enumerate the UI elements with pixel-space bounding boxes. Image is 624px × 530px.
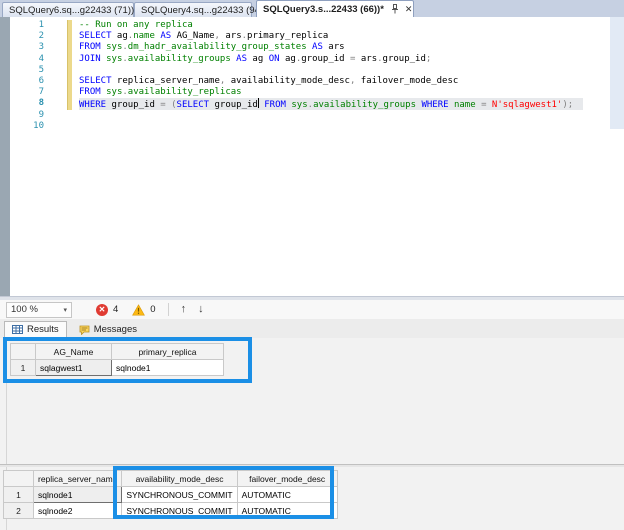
results-grid-1: AG_Nameprimary_replica1sqlagwest1sqlnode… <box>10 343 224 376</box>
code-area[interactable]: 1 -- Run on any replica 2 SELECT ag.name AS… <box>0 20 610 132</box>
line-number[interactable]: 9 <box>0 110 44 121</box>
line-number[interactable]: 4 <box>0 54 44 65</box>
grid-header-row: replica_server_nameavailability_mode_des… <box>4 471 338 487</box>
code-line-9[interactable]: 9 <box>0 110 610 121</box>
code-text[interactable]: SELECT replica_server_name, availability… <box>79 76 458 87</box>
warning-count: 0 <box>150 304 155 315</box>
error-count: 4 <box>113 304 118 315</box>
change-tracking-bar <box>67 110 71 121</box>
change-tracking-bar <box>67 20 72 31</box>
document-tab-bar: SQLQuery6.sq...g22433 (71))* SQLQuery4.s… <box>0 0 624 18</box>
grid-column-header[interactable]: replica_server_name <box>34 471 122 487</box>
grid-cell[interactable]: AUTOMATIC <box>237 487 337 503</box>
code-text[interactable]: JOIN sys.availability_groups AS ag ON ag… <box>79 54 431 65</box>
line-number[interactable]: 2 <box>0 31 44 42</box>
grid-corner[interactable] <box>11 344 36 360</box>
code-editor[interactable]: 1 -- Run on any replica 2 SELECT ag.name AS… <box>0 17 624 296</box>
grid-row-header[interactable]: 1 <box>11 360 36 376</box>
change-tracking-bar <box>67 54 72 65</box>
results-grid-icon <box>12 325 23 334</box>
ssms-window: SQLQuery6.sq...g22433 (71))* SQLQuery4.s… <box>0 0 624 530</box>
change-tracking-bar <box>67 65 72 76</box>
warning-icon[interactable] <box>132 304 145 316</box>
tab-label: SQLQuery6.sq...g22433 (71))* <box>9 5 138 16</box>
line-number[interactable]: 5 <box>0 65 44 76</box>
code-line-8[interactable]: 8 WHERE group_id = (SELECT group_id FROM … <box>0 98 610 109</box>
grid-cell[interactable]: SYNCHRONOUS_COMMIT <box>122 503 237 519</box>
tab-label: SQLQuery4.sq...g22433 (94))* <box>141 5 270 16</box>
line-number[interactable]: 1 <box>0 20 44 31</box>
pin-icon[interactable] <box>391 4 399 14</box>
zoom-level-select[interactable]: 100 % ▾ <box>6 302 72 318</box>
grid-column-header[interactable]: availability_mode_desc <box>122 471 237 487</box>
code-line-2[interactable]: 2 SELECT ag.name AS AG_Name, ars.primary_… <box>0 31 610 42</box>
code-text[interactable]: FROM sys.dm_hadr_availability_group_stat… <box>79 42 345 53</box>
grid-corner[interactable] <box>4 471 34 487</box>
change-tracking-bar <box>67 87 72 98</box>
grid-column-header[interactable]: AG_Name <box>36 344 112 360</box>
tab-messages-label: Messages <box>94 324 137 335</box>
grid-cell[interactable]: SYNCHRONOUS_COMMIT <box>122 487 237 503</box>
results-pane: AG_Nameprimary_replica1sqlagwest1sqlnode… <box>0 338 624 530</box>
tab-sqlquery4[interactable]: SQLQuery4.sq...g22433 (94))* <box>134 2 252 17</box>
grid-column-header[interactable]: primary_replica <box>112 344 224 360</box>
line-number[interactable]: 10 <box>0 121 44 132</box>
chevron-down-icon: ▾ <box>63 306 67 314</box>
zoom-level-value: 100 % <box>11 304 38 315</box>
code-line-3[interactable]: 3 FROM sys.dm_hadr_availability_group_sta… <box>0 42 610 53</box>
grid-cell[interactable]: sqlnode1 <box>34 487 122 503</box>
grid-cell[interactable]: sqlnode2 <box>34 503 122 519</box>
line-number[interactable]: 3 <box>0 42 44 53</box>
code-text[interactable]: WHERE group_id = (SELECT group_id FROM s… <box>79 98 583 109</box>
code-line-6[interactable]: 6 SELECT replica_server_name, availabilit… <box>0 76 610 87</box>
navigate-down-icon[interactable]: ↓ <box>198 304 204 315</box>
grid-row: 1sqlnode1SYNCHRONOUS_COMMITAUTOMATIC <box>4 487 338 503</box>
messages-icon <box>79 325 90 335</box>
grid-row: 1sqlagwest1sqlnode1 <box>11 360 224 376</box>
grid-row: 2sqlnode2SYNCHRONOUS_COMMITAUTOMATIC <box>4 503 338 519</box>
grid-cell[interactable]: sqlnode1 <box>112 360 224 376</box>
code-text[interactable]: FROM sys.availability_replicas <box>79 87 242 98</box>
code-text[interactable]: SELECT ag.name AS AG_Name, ars.primary_r… <box>79 31 328 42</box>
line-number[interactable]: 7 <box>0 87 44 98</box>
grid-cell[interactable]: sqlagwest1 <box>36 360 112 376</box>
code-text[interactable]: -- Run on any replica <box>79 20 193 31</box>
change-tracking-bar <box>67 31 72 42</box>
results-divider[interactable] <box>0 464 624 467</box>
tab-results[interactable]: Results <box>4 321 67 338</box>
tab-results-label: Results <box>27 324 59 335</box>
tab-messages[interactable]: Messages <box>71 321 145 338</box>
line-number[interactable]: 6 <box>0 76 44 87</box>
code-line-5[interactable]: 5 <box>0 65 610 76</box>
tab-sqlquery6[interactable]: SQLQuery6.sq...g22433 (71))* <box>2 2 134 17</box>
editor-scrollbar[interactable] <box>610 17 624 129</box>
error-icon[interactable]: ✕ <box>96 304 108 316</box>
code-line-1[interactable]: 1 -- Run on any replica <box>0 20 610 31</box>
grid-cell[interactable]: AUTOMATIC <box>237 503 337 519</box>
grid-header-row: AG_Nameprimary_replica <box>11 344 224 360</box>
separator <box>168 303 169 316</box>
results-grid-2: replica_server_nameavailability_mode_des… <box>3 470 338 519</box>
change-tracking-bar <box>67 121 71 132</box>
query-status-bar: 100 % ▾ ✕ 4 0 ↑ ↓ <box>0 300 624 320</box>
change-tracking-bar <box>67 42 72 53</box>
code-line-4[interactable]: 4 JOIN sys.availability_groups AS ag ON a… <box>0 54 610 65</box>
tab-label: SQLQuery3.s...22433 (66))* <box>263 4 384 15</box>
grid-row-header[interactable]: 2 <box>4 503 34 519</box>
grid-row-header[interactable]: 1 <box>4 487 34 503</box>
change-tracking-bar <box>67 76 72 87</box>
line-number[interactable]: 8 <box>0 98 44 109</box>
navigate-up-icon[interactable]: ↑ <box>181 304 187 315</box>
code-line-10[interactable]: 10 <box>0 121 610 132</box>
close-icon[interactable]: ✕ <box>405 4 413 15</box>
results-tab-strip: Results Messages <box>0 319 624 338</box>
code-line-7[interactable]: 7 FROM sys.availability_replicas <box>0 87 610 98</box>
tab-sqlquery3-active[interactable]: SQLQuery3.s...22433 (66))* ✕ <box>256 0 414 17</box>
change-tracking-bar <box>67 98 72 109</box>
grid-column-header[interactable]: failover_mode_desc <box>237 471 337 487</box>
